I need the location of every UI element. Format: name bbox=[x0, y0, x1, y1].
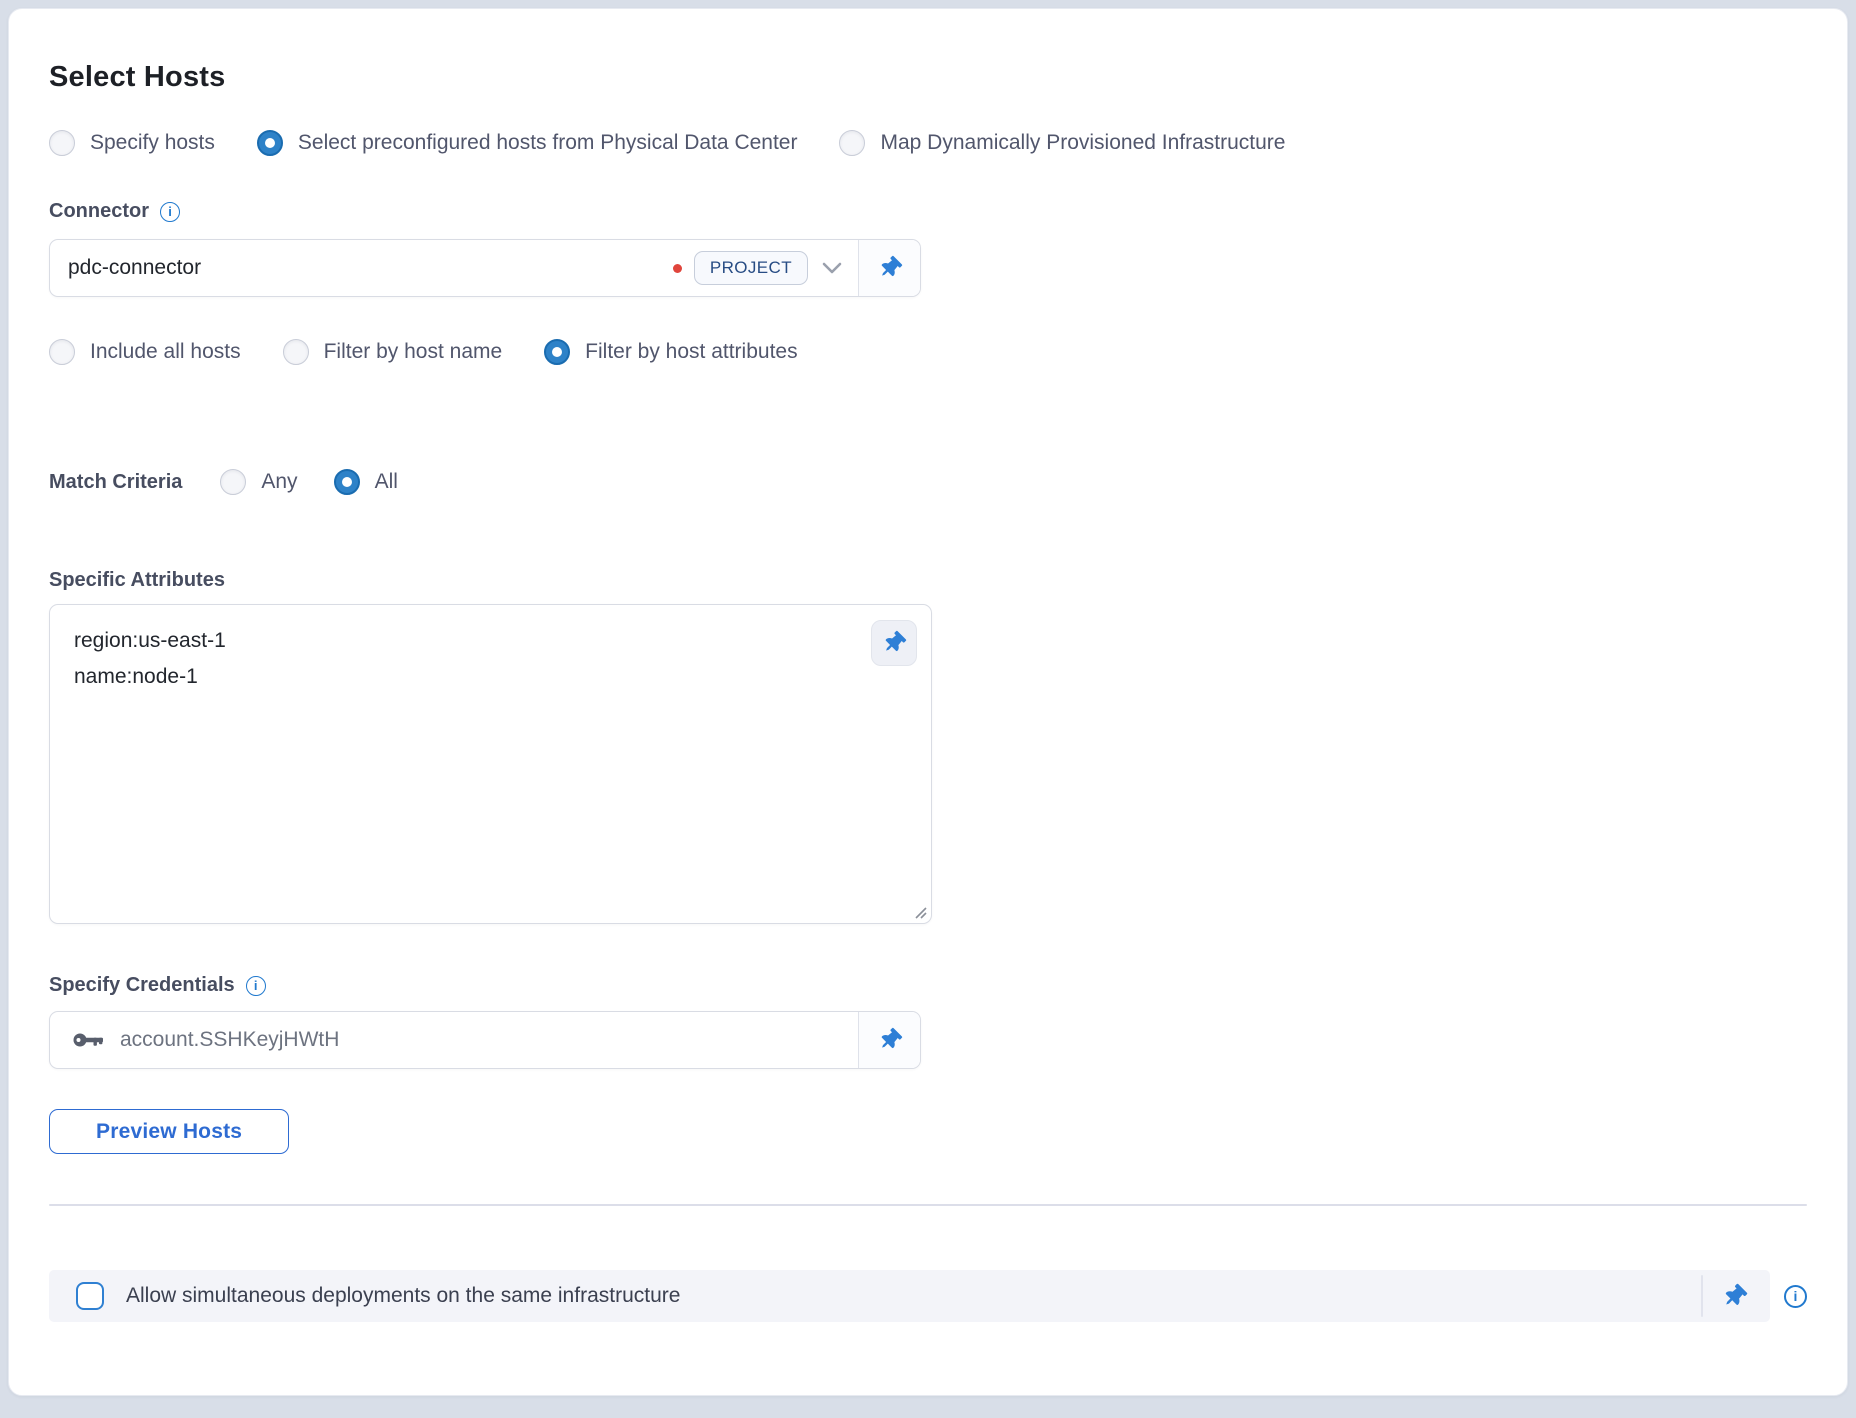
host-filter-radio-group: Include all hosts Filter by host name Fi… bbox=[49, 339, 1807, 365]
radio-option-label[interactable]: Specify hosts bbox=[90, 131, 215, 155]
radio-unselected-icon[interactable] bbox=[49, 339, 75, 365]
radio-option-label[interactable]: Map Dynamically Provisioned Infrastructu… bbox=[880, 131, 1285, 155]
pushpin-icon bbox=[1718, 1280, 1751, 1313]
radio-dot bbox=[342, 477, 352, 487]
specific-attributes-label-row: Specific Attributes bbox=[49, 569, 1807, 592]
section-divider bbox=[49, 1204, 1807, 1206]
radio-dot bbox=[265, 138, 275, 148]
select-hosts-panel: Select Hosts Specify hosts Select precon… bbox=[8, 8, 1848, 1396]
scope-badge[interactable]: PROJECT bbox=[694, 251, 808, 285]
radio-dot bbox=[552, 347, 562, 357]
radio-selected-icon[interactable] bbox=[334, 469, 360, 495]
radio-option-label[interactable]: Filter by host attributes bbox=[585, 340, 797, 364]
radio-option-dynamic-infrastructure[interactable]: Map Dynamically Provisioned Infrastructu… bbox=[839, 130, 1285, 156]
radio-option-label[interactable]: All bbox=[375, 470, 398, 494]
info-icon[interactable]: i bbox=[246, 976, 266, 996]
radio-unselected-icon[interactable] bbox=[220, 469, 246, 495]
radio-selected-icon[interactable] bbox=[544, 339, 570, 365]
radio-option-label[interactable]: Select preconfigured hosts from Physical… bbox=[298, 131, 798, 155]
radio-option-label[interactable]: Include all hosts bbox=[90, 340, 241, 364]
radio-option-include-all-hosts[interactable]: Include all hosts bbox=[49, 339, 241, 365]
info-icon[interactable]: i bbox=[1784, 1285, 1807, 1308]
credentials-label-row: Specify Credentials i bbox=[49, 974, 1807, 997]
chevron-down-icon[interactable] bbox=[822, 262, 842, 274]
radio-option-label[interactable]: Any bbox=[261, 470, 297, 494]
pushpin-icon bbox=[874, 1024, 905, 1055]
radio-option-all[interactable]: All bbox=[334, 469, 398, 495]
credentials-value: account.SSHKeyjHWtH bbox=[120, 1028, 339, 1052]
connector-input[interactable]: pdc-connector PROJECT bbox=[49, 239, 921, 297]
pin-button[interactable] bbox=[858, 240, 920, 296]
resize-handle[interactable] bbox=[913, 905, 927, 919]
allow-simultaneous-label[interactable]: Allow simultaneous deployments on the sa… bbox=[126, 1284, 680, 1308]
preview-hosts-button[interactable]: Preview Hosts bbox=[49, 1109, 289, 1154]
info-icon[interactable]: i bbox=[160, 202, 180, 222]
radio-option-preconfigured-hosts[interactable]: Select preconfigured hosts from Physical… bbox=[257, 130, 798, 156]
pushpin-icon bbox=[878, 627, 909, 658]
specific-attributes-textarea[interactable]: region:us-east-1 name:node-1 bbox=[49, 604, 932, 924]
match-criteria-label: Match Criteria bbox=[49, 471, 182, 494]
specific-attributes-label: Specific Attributes bbox=[49, 569, 225, 592]
pin-button[interactable] bbox=[858, 1012, 920, 1068]
credentials-input-main[interactable]: account.SSHKeyjHWtH bbox=[50, 1012, 858, 1068]
required-dot-indicator bbox=[673, 264, 682, 273]
connector-label: Connector bbox=[49, 200, 149, 223]
host-selection-radio-group: Specify hosts Select preconfigured hosts… bbox=[49, 130, 1807, 156]
radio-option-filter-host-name[interactable]: Filter by host name bbox=[283, 339, 503, 365]
pin-button[interactable] bbox=[1723, 1285, 1746, 1308]
page-title: Select Hosts bbox=[49, 61, 1807, 94]
footer-row: Allow simultaneous deployments on the sa… bbox=[49, 1270, 1807, 1322]
allow-simultaneous-checkbox[interactable] bbox=[76, 1282, 104, 1310]
pin-button[interactable] bbox=[871, 620, 917, 666]
radio-option-label[interactable]: Filter by host name bbox=[324, 340, 503, 364]
radio-option-specify-hosts[interactable]: Specify hosts bbox=[49, 130, 215, 156]
pushpin-icon bbox=[874, 252, 905, 283]
key-icon bbox=[72, 1030, 104, 1050]
credentials-input[interactable]: account.SSHKeyjHWtH bbox=[49, 1011, 921, 1069]
vertical-divider bbox=[1701, 1275, 1703, 1317]
match-criteria-row: Match Criteria Any All bbox=[49, 469, 1807, 495]
radio-unselected-icon[interactable] bbox=[283, 339, 309, 365]
allow-simultaneous-strip: Allow simultaneous deployments on the sa… bbox=[49, 1270, 1770, 1322]
radio-option-filter-host-attributes[interactable]: Filter by host attributes bbox=[544, 339, 797, 365]
connector-input-main[interactable]: pdc-connector PROJECT bbox=[50, 240, 858, 296]
radio-unselected-icon[interactable] bbox=[839, 130, 865, 156]
specific-attributes-field: region:us-east-1 name:node-1 bbox=[49, 604, 932, 924]
connector-value: pdc-connector bbox=[68, 256, 201, 280]
radio-selected-icon[interactable] bbox=[257, 130, 283, 156]
match-criteria-radio-group: Any All bbox=[220, 469, 398, 495]
credentials-label: Specify Credentials bbox=[49, 974, 235, 997]
connector-label-row: Connector i bbox=[49, 200, 1807, 223]
radio-unselected-icon[interactable] bbox=[49, 130, 75, 156]
radio-option-any[interactable]: Any bbox=[220, 469, 297, 495]
